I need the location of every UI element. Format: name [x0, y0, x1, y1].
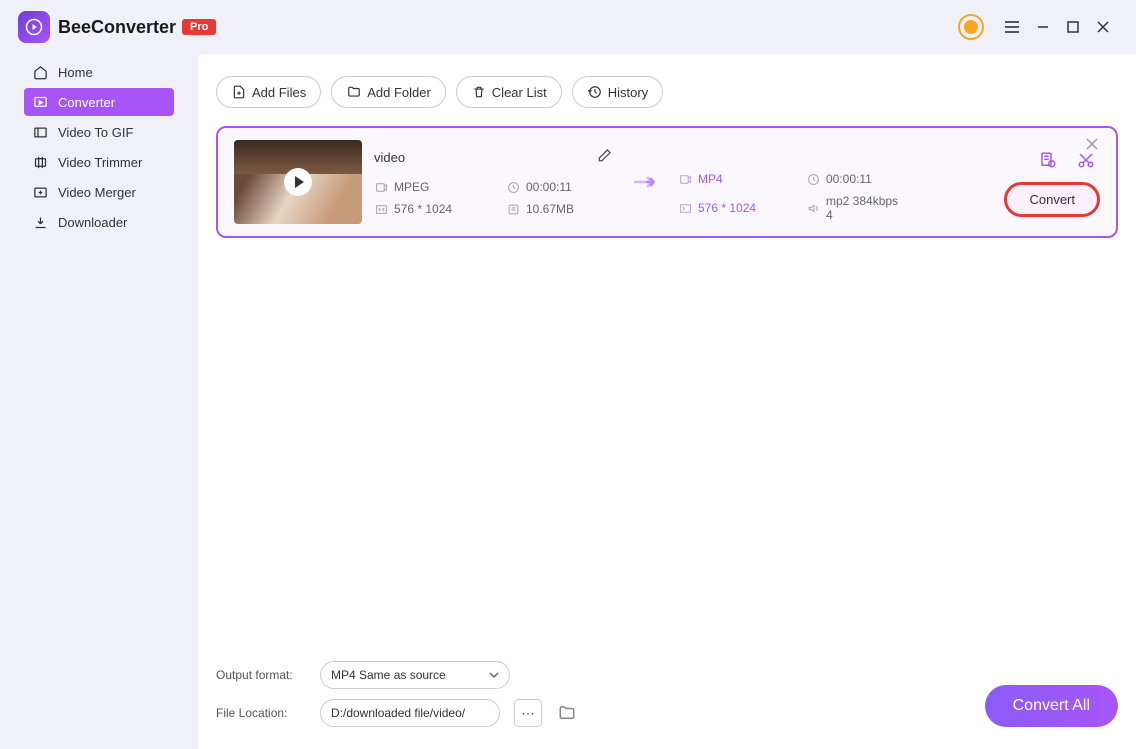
sidebar-item-label: Video To GIF	[58, 125, 133, 140]
convert-all-button[interactable]: Convert All	[985, 685, 1118, 727]
edit-name-button[interactable]	[596, 148, 614, 166]
sidebar-item-label: Video Merger	[58, 185, 136, 200]
convert-button[interactable]: Convert	[1004, 182, 1100, 217]
sidebar-item-label: Video Trimmer	[58, 155, 142, 170]
sidebar-item-converter[interactable]: Converter	[24, 88, 174, 116]
add-files-button[interactable]: Add Files	[216, 76, 321, 108]
app-logo	[18, 11, 50, 43]
user-avatar[interactable]	[958, 14, 984, 40]
file-plus-icon	[231, 84, 247, 100]
maximize-button[interactable]	[1066, 20, 1080, 34]
arrow-right-icon	[632, 173, 660, 191]
open-folder-button[interactable]	[556, 702, 578, 724]
merger-icon	[32, 184, 48, 200]
size-icon	[506, 202, 520, 216]
sidebar-item-video-to-gif[interactable]: Video To GIF	[24, 118, 174, 146]
sidebar-item-video-merger[interactable]: Video Merger	[24, 178, 174, 206]
clock-icon	[806, 172, 820, 186]
toolbar: Add Files Add Folder Clear List History	[198, 76, 1136, 126]
file-location-field[interactable]: D:/downloaded file/video/	[320, 699, 500, 727]
file-name: video	[374, 150, 405, 165]
remove-file-button[interactable]	[1086, 138, 1102, 154]
resolution-icon	[678, 201, 692, 215]
pro-badge: Pro	[182, 19, 216, 35]
history-icon	[587, 84, 603, 100]
output-format-label: Output format:	[216, 668, 306, 682]
video-icon	[374, 180, 388, 194]
sidebar-item-label: Downloader	[58, 215, 127, 230]
chevron-down-icon	[489, 670, 499, 680]
sidebar: Home Converter Video To GIF Video Trimme…	[0, 54, 198, 749]
clock-icon	[506, 180, 520, 194]
play-icon	[284, 168, 312, 196]
video-thumbnail[interactable]	[234, 140, 362, 224]
file-location-label: File Location:	[216, 706, 306, 720]
source-meta: video MPEG 00:00:11 576 * 1024 10.67MB	[374, 148, 614, 216]
footer-bar: Output format: MP4 Same as source File L…	[198, 649, 1136, 749]
converter-icon	[32, 94, 48, 110]
add-folder-button[interactable]: Add Folder	[331, 76, 446, 108]
minimize-button[interactable]	[1036, 20, 1050, 34]
home-icon	[32, 64, 48, 80]
settings-icon[interactable]	[1038, 150, 1058, 170]
history-button[interactable]: History	[572, 76, 663, 108]
title-bar: BeeConverter Pro	[0, 0, 1136, 54]
sidebar-item-label: Converter	[58, 95, 115, 110]
output-format-select[interactable]: MP4 Same as source	[320, 661, 510, 689]
sidebar-item-label: Home	[58, 65, 93, 80]
download-icon	[32, 214, 48, 230]
sidebar-item-downloader[interactable]: Downloader	[24, 208, 174, 236]
gif-icon	[32, 124, 48, 140]
clear-list-button[interactable]: Clear List	[456, 76, 562, 108]
video-icon	[678, 172, 692, 186]
close-button[interactable]	[1096, 20, 1110, 34]
folder-plus-icon	[346, 84, 362, 100]
browse-button[interactable]: ⋯	[514, 699, 542, 727]
app-name: BeeConverter	[58, 17, 176, 38]
main-panel: Add Files Add Folder Clear List History …	[198, 54, 1136, 749]
target-meta: MP4 00:00:11 576 * 1024 mp2 384kbps 4	[678, 142, 898, 222]
file-item: video MPEG 00:00:11 576 * 1024 10.67MB M…	[216, 126, 1118, 238]
resolution-icon	[374, 202, 388, 216]
sidebar-item-home[interactable]: Home	[24, 58, 174, 86]
menu-icon[interactable]	[1002, 17, 1022, 37]
sidebar-item-video-trimmer[interactable]: Video Trimmer	[24, 148, 174, 176]
audio-icon	[806, 201, 820, 215]
trimmer-icon	[32, 154, 48, 170]
trash-icon	[471, 84, 487, 100]
